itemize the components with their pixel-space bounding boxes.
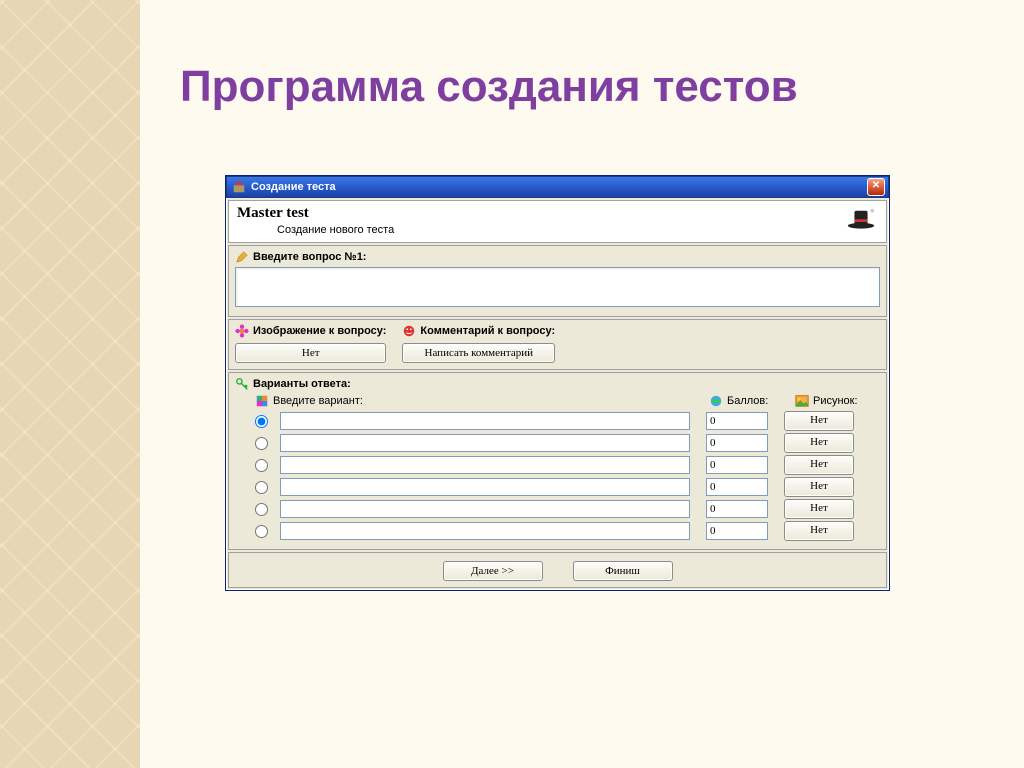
question-input[interactable] — [235, 267, 880, 307]
answer-radio[interactable] — [255, 525, 268, 538]
answer-row: Нет — [255, 499, 880, 519]
answer-picture-button[interactable]: Нет — [784, 499, 854, 519]
answer-points-input[interactable] — [706, 456, 768, 474]
comment-button[interactable]: Написать комментарий — [402, 343, 555, 363]
wizard-hat-icon — [846, 207, 876, 229]
answer-variant-input[interactable] — [280, 500, 690, 518]
answer-row: Нет — [255, 455, 880, 475]
image-button[interactable]: Нет — [235, 343, 386, 363]
image-comment-section: Изображение к вопросу: Нет Комментарий к… — [228, 319, 887, 370]
col-picture: Рисунок: — [813, 395, 858, 407]
titlebar[interactable]: Создание теста ✕ — [226, 176, 889, 198]
answer-points-input[interactable] — [706, 478, 768, 496]
footer-bar: Далее >> Финиш — [228, 552, 887, 588]
answer-radio[interactable] — [255, 437, 268, 450]
col-variant: Введите вариант: — [273, 395, 363, 407]
answer-picture-button[interactable]: Нет — [784, 521, 854, 541]
app-icon — [232, 180, 246, 194]
question-label: Введите вопрос №1: — [253, 251, 366, 263]
puzzle-icon — [255, 394, 269, 408]
answer-row: Нет — [255, 521, 880, 541]
next-button[interactable]: Далее >> — [443, 561, 543, 581]
key-icon — [235, 377, 249, 391]
header-subtitle: Создание нового теста — [277, 224, 878, 236]
window-title: Создание теста — [251, 181, 336, 193]
comment-icon — [402, 324, 416, 338]
answer-row: Нет — [255, 411, 880, 431]
dialog-window: Создание теста ✕ Master test Создание но… — [225, 175, 890, 591]
answer-radio[interactable] — [255, 481, 268, 494]
answer-variant-input[interactable] — [280, 456, 690, 474]
flower-icon — [235, 324, 249, 338]
answer-variant-input[interactable] — [280, 412, 690, 430]
header-panel: Master test Создание нового теста — [228, 200, 887, 243]
answer-picture-button[interactable]: Нет — [784, 455, 854, 475]
question-section: Введите вопрос №1: — [228, 245, 887, 317]
answer-variant-input[interactable] — [280, 478, 690, 496]
answer-row: Нет — [255, 477, 880, 497]
answer-points-input[interactable] — [706, 412, 768, 430]
globe-icon — [709, 394, 723, 408]
answers-label: Варианты ответа: — [253, 378, 351, 390]
answer-picture-button[interactable]: Нет — [784, 433, 854, 453]
answer-variant-input[interactable] — [280, 522, 690, 540]
answer-points-input[interactable] — [706, 500, 768, 518]
side-pattern — [0, 0, 140, 768]
picture-icon — [795, 394, 809, 408]
col-points: Баллов: — [727, 395, 768, 407]
close-button[interactable]: ✕ — [867, 178, 885, 196]
image-label: Изображение к вопросу: — [253, 325, 386, 337]
slide-title: Программа создания тестов — [180, 62, 798, 112]
comment-label: Комментарий к вопросу: — [420, 325, 555, 337]
answer-radio[interactable] — [255, 415, 268, 428]
answer-variant-input[interactable] — [280, 434, 690, 452]
answers-section: Варианты ответа: Введите вариант: Баллов… — [228, 372, 887, 550]
answer-picture-button[interactable]: Нет — [784, 477, 854, 497]
answer-row: Нет — [255, 433, 880, 453]
finish-button[interactable]: Финиш — [573, 561, 673, 581]
pencil-icon — [235, 250, 249, 264]
answer-points-input[interactable] — [706, 522, 768, 540]
answer-points-input[interactable] — [706, 434, 768, 452]
answer-picture-button[interactable]: Нет — [784, 411, 854, 431]
answer-radio[interactable] — [255, 503, 268, 516]
header-title: Master test — [237, 205, 878, 222]
answer-radio[interactable] — [255, 459, 268, 472]
